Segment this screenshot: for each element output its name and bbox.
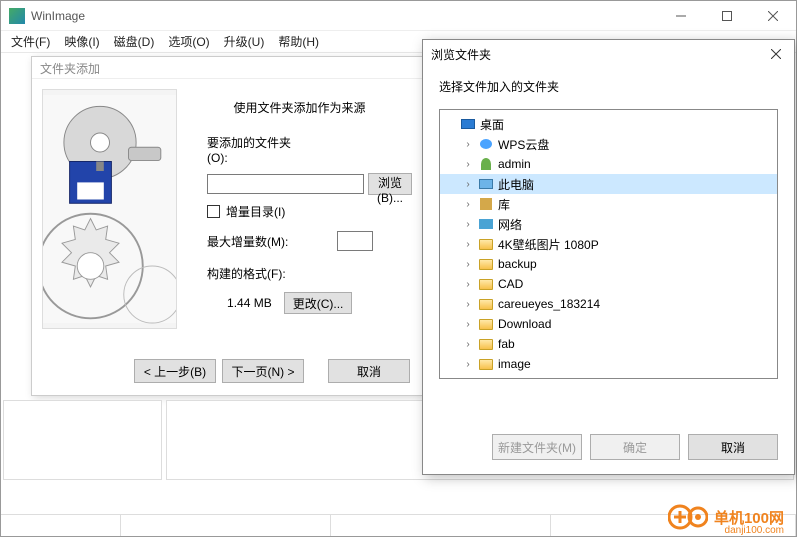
tree-item[interactable]: › image xyxy=(440,354,777,374)
expander-icon[interactable]: › xyxy=(462,199,474,210)
expander-icon[interactable]: › xyxy=(462,339,474,350)
add-folder-wizard: 文件夹添加 使用文件夹添加作为来源 要添加的文件夹(O) xyxy=(31,56,423,396)
tree-item[interactable]: › 网络 xyxy=(440,214,777,234)
wizard-cancel-button[interactable]: 取消 xyxy=(328,359,410,383)
app-icon xyxy=(9,8,25,24)
menu-disk[interactable]: 磁盘(D) xyxy=(108,31,161,52)
folder-tree[interactable]: 桌面›WPS云盘›admin›此电脑›库›网络›4K壁纸图片 1080P›bac… xyxy=(439,109,778,379)
tree-item-label: Download xyxy=(498,317,551,331)
menu-image[interactable]: 映像(I) xyxy=(58,31,105,52)
expander-icon[interactable]: › xyxy=(462,279,474,290)
tree-item[interactable]: › 此电脑 xyxy=(440,174,777,194)
maximize-button[interactable] xyxy=(704,1,750,31)
app-title: WinImage xyxy=(31,9,658,23)
folder-icon xyxy=(478,276,494,292)
tree-item-label: fab xyxy=(498,337,515,351)
folder-icon xyxy=(478,336,494,352)
incremental-label: 增量目录(I) xyxy=(226,203,285,220)
folder-input[interactable] xyxy=(207,174,364,194)
minimize-button[interactable] xyxy=(658,1,704,31)
lib-icon xyxy=(478,196,494,212)
folder-icon xyxy=(478,356,494,372)
tree-item[interactable]: › Download xyxy=(440,314,777,334)
tree-item-label: 桌面 xyxy=(480,116,504,133)
browse-ok-button[interactable]: 确定 xyxy=(590,434,680,460)
expander-icon[interactable]: › xyxy=(462,139,474,150)
incremental-checkbox[interactable] xyxy=(207,205,220,218)
tree-item[interactable]: ›库 xyxy=(440,194,777,214)
window-controls xyxy=(658,1,796,31)
menu-help[interactable]: 帮助(H) xyxy=(272,31,325,52)
max-inc-label: 最大增量数(M): xyxy=(187,233,297,250)
wizard-title: 文件夹添加 xyxy=(32,57,422,79)
tree-item[interactable]: › WPS云盘 xyxy=(440,134,777,154)
folder-icon xyxy=(478,236,494,252)
tree-item[interactable]: › admin xyxy=(440,154,777,174)
browse-cancel-button[interactable]: 取消 xyxy=(688,434,778,460)
status-cell-2 xyxy=(121,515,331,536)
browse-close-button[interactable] xyxy=(766,44,786,64)
tree-item-label: 4K壁纸图片 1080P xyxy=(498,236,599,253)
tree-item[interactable]: › 4K壁纸图片 1080P xyxy=(440,234,777,254)
expander-icon[interactable]: › xyxy=(462,359,474,370)
wizard-form: 使用文件夹添加作为来源 要添加的文件夹(O): 浏览(B)... 增量目录(I)… xyxy=(187,89,412,329)
pc-icon xyxy=(478,176,494,192)
folder-icon xyxy=(478,296,494,312)
expander-icon[interactable]: › xyxy=(462,239,474,250)
expander-icon[interactable]: › xyxy=(462,159,474,170)
tree-item[interactable]: › fab xyxy=(440,334,777,354)
main-titlebar: WinImage xyxy=(1,1,796,31)
wizard-illustration xyxy=(42,89,177,329)
folder-icon xyxy=(478,316,494,332)
format-label: 构建的格式(F): xyxy=(187,265,297,282)
tree-item-label: CAD xyxy=(498,277,523,291)
next-button[interactable]: 下一页(N) > xyxy=(222,359,304,383)
browse-button[interactable]: 浏览(B)... xyxy=(368,173,412,195)
menu-file[interactable]: 文件(F) xyxy=(5,31,56,52)
desktop-icon xyxy=(460,116,476,132)
expander-icon[interactable]: › xyxy=(462,259,474,270)
tree-item-label: admin xyxy=(498,157,531,171)
status-cell-1 xyxy=(1,515,121,536)
back-button[interactable]: < 上一步(B) xyxy=(134,359,216,383)
cloud-icon xyxy=(478,136,494,152)
format-size-value: 1.44 MB xyxy=(187,296,272,310)
expander-icon[interactable]: › xyxy=(462,219,474,230)
net-icon xyxy=(478,216,494,232)
tree-item-label: 网络 xyxy=(498,216,522,233)
wizard-heading: 使用文件夹添加作为来源 xyxy=(187,99,412,116)
tree-item-label: backup xyxy=(498,257,537,271)
tree-item-label: careueyes_183214 xyxy=(498,297,600,311)
tree-item[interactable]: › careueyes_183214 xyxy=(440,294,777,314)
watermark-text: 单机100网 xyxy=(714,507,784,528)
status-cell-3 xyxy=(331,515,551,536)
folder-label: 要添加的文件夹(O): xyxy=(187,134,297,165)
expander-icon[interactable]: › xyxy=(462,319,474,330)
close-button[interactable] xyxy=(750,1,796,31)
browse-subtitle: 选择文件加入的文件夹 xyxy=(423,68,794,109)
expander-icon[interactable]: › xyxy=(462,179,474,190)
tree-item[interactable]: 桌面 xyxy=(440,114,777,134)
tree-item-label: image xyxy=(498,357,531,371)
tree-item-label: 此电脑 xyxy=(498,176,534,193)
left-panel xyxy=(3,400,162,480)
tree-item-label: WPS云盘 xyxy=(498,136,549,153)
folder-icon xyxy=(478,256,494,272)
menu-options[interactable]: 选项(O) xyxy=(162,31,215,52)
browse-title: 浏览文件夹 xyxy=(431,46,491,63)
tree-item[interactable]: › CAD xyxy=(440,274,777,294)
watermark-logo-icon xyxy=(668,504,708,530)
new-folder-button[interactable]: 新建文件夹(M) xyxy=(492,434,582,460)
expander-icon[interactable]: › xyxy=(462,299,474,310)
max-inc-input[interactable] xyxy=(337,231,373,251)
tree-item-label: 库 xyxy=(498,196,510,213)
watermark: 单机100网 xyxy=(668,504,784,530)
user-icon xyxy=(478,156,494,172)
tree-item[interactable]: › backup xyxy=(440,254,777,274)
browse-folder-dialog: 浏览文件夹 选择文件加入的文件夹 桌面›WPS云盘›admin›此电脑›库›网络… xyxy=(422,39,795,475)
menu-upgrade[interactable]: 升级(U) xyxy=(218,31,271,52)
change-button[interactable]: 更改(C)... xyxy=(284,292,353,314)
